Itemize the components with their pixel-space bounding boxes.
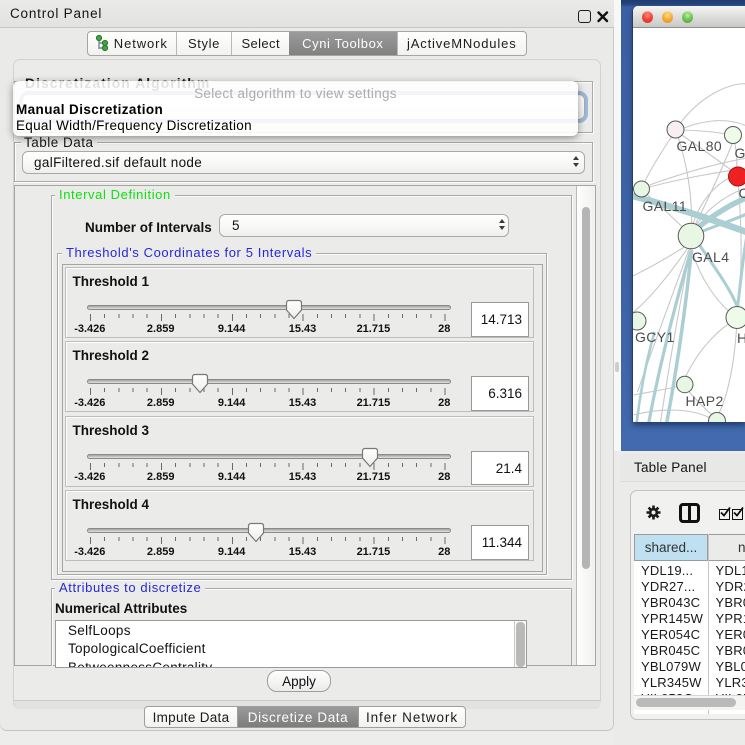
svg-text:GAL11: GAL11	[642, 198, 687, 214]
svg-text:GAL80: GAL80	[676, 138, 722, 154]
svg-text:HAP2: HAP2	[685, 393, 723, 409]
svg-text:C: C	[738, 185, 745, 201]
svg-text:H: H	[737, 330, 745, 346]
svg-text:GAL4: GAL4	[692, 249, 729, 265]
svg-text:GA: GA	[734, 145, 745, 161]
svg-text:GCY1: GCY1	[635, 329, 675, 345]
